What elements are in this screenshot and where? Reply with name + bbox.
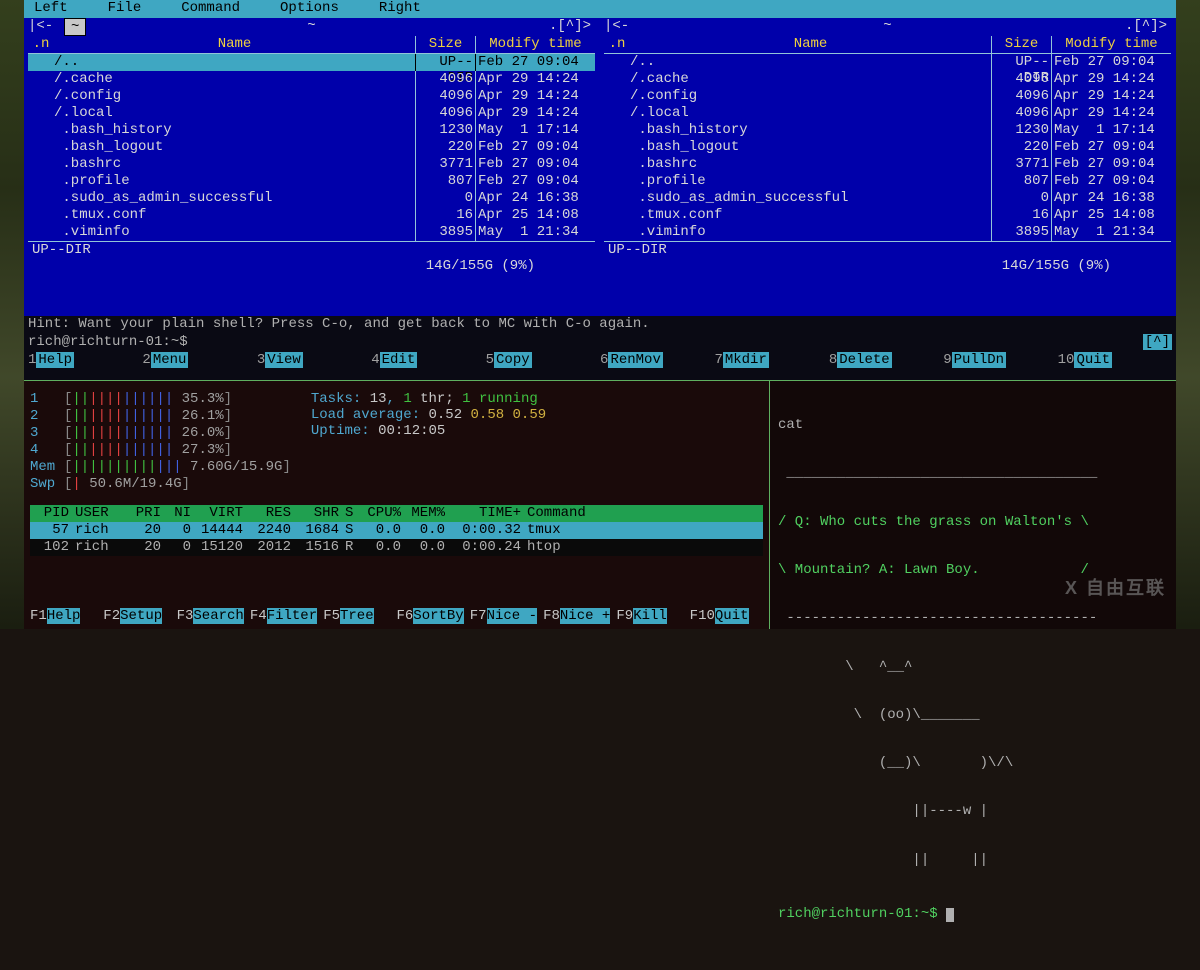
shell-prompt[interactable]: rich@richturn-01:~$ [778, 906, 1168, 922]
file-row[interactable]: /..UP--DIRFeb 27 09:04 [604, 54, 1171, 71]
fkey-quit[interactable]: 10Quit [1058, 352, 1172, 370]
mc-menu-file[interactable]: File [108, 0, 142, 18]
fkey-edit[interactable]: 4Edit [371, 352, 485, 370]
fkey-delete[interactable]: 8Delete [829, 352, 943, 370]
file-row[interactable]: /.local4096Apr 29 14:24 [28, 105, 595, 122]
cowsay-art-5: || || [778, 852, 1168, 868]
watermark: X 自由互联 [1065, 578, 1166, 599]
file-row[interactable]: /.config4096Apr 29 14:24 [604, 88, 1171, 105]
fkey-renmov[interactable]: 6RenMov [600, 352, 714, 370]
fkey-menu[interactable]: 2Menu [142, 352, 256, 370]
htop-fkey-filter[interactable]: F4Filter [250, 608, 323, 625]
file-row[interactable]: .sudo_as_admin_successful0Apr 24 16:38 [28, 190, 595, 207]
htop-fkey-sortby[interactable]: F6SortBy [396, 608, 469, 625]
cowsay-border-top: _____________________________________ [778, 465, 1168, 481]
mc-function-keys: 1Help2Menu3View4Edit5Copy6RenMov7Mkdir8D… [24, 352, 1176, 370]
cowsay-art-4: ||----w | [778, 803, 1168, 819]
htop-fkey-quit[interactable]: F10Quit [690, 608, 763, 625]
wallpaper-right [1176, 0, 1200, 629]
htop-summary: Tasks: 13, 1 thr; 1 running Load average… [311, 391, 546, 493]
process-row[interactable]: 102rich2001512020121516R0.00.00:00.24hto… [30, 539, 763, 556]
cpu-meter-2: 2[|||||||||||| 26.1%] [30, 408, 291, 425]
file-row[interactable]: .profile807Feb 27 09:04 [604, 173, 1171, 190]
process-row[interactable]: 57rich2001444422401684S0.00.00:00.32tmux [30, 522, 763, 539]
file-row[interactable]: .viminfo3895May 1 21:34 [28, 224, 595, 241]
mc-menu-right[interactable]: Right [379, 0, 421, 18]
file-row[interactable]: /.config4096Apr 29 14:24 [28, 88, 595, 105]
file-row[interactable]: /.local4096Apr 29 14:24 [604, 105, 1171, 122]
file-row[interactable]: .tmux.conf16Apr 25 14:08 [28, 207, 595, 224]
cursor-icon [946, 908, 954, 922]
mc-caret-icon[interactable]: [^] [1143, 334, 1172, 350]
fkey-mkdir[interactable]: 7Mkdir [714, 352, 828, 370]
cpu-meter-4: 4[|||||||||||| 27.3%] [30, 442, 291, 459]
mc-cwd-popup[interactable]: ~ [64, 18, 86, 36]
file-row[interactable]: /.cache4096Apr 29 14:24 [28, 71, 595, 88]
file-row[interactable]: .bash_logout220Feb 27 09:04 [604, 139, 1171, 156]
file-row[interactable]: .bashrc3771Feb 27 09:04 [604, 156, 1171, 173]
mc-shell-prompt[interactable]: rich@richturn-01:~$ [^] [24, 334, 1176, 352]
cowsay-art-2: \ (oo)\_______ [778, 707, 1168, 723]
mc-left-panel: |<-~.[^]>.nNameSizeModify time/..UP--DIR… [24, 18, 600, 316]
mc-menu-left[interactable]: Left [34, 0, 68, 18]
file-row[interactable]: .bashrc3771Feb 27 09:04 [28, 156, 595, 173]
cowsay-text-1: / Q: Who cuts the grass on Walton's \ [778, 514, 1168, 530]
htop-fkey-nice-[interactable]: F7Nice - [470, 608, 543, 625]
fkey-copy[interactable]: 5Copy [486, 352, 600, 370]
file-row[interactable]: .bash_history1230May 1 17:14 [604, 122, 1171, 139]
file-row[interactable]: /.cache4096Apr 29 14:24 [604, 71, 1171, 88]
fkey-pulldn[interactable]: 9PullDn [943, 352, 1057, 370]
cowsay-art-1: \ ^__^ [778, 659, 1168, 675]
mc-pane: Left File Command Options Right ~ |<-~.[… [24, 0, 1176, 380]
htop-fkey-kill[interactable]: F9Kill [616, 608, 689, 625]
cowsay-art-3: (__)\ )\/\ [778, 755, 1168, 771]
file-row[interactable]: .viminfo3895May 1 21:34 [604, 224, 1171, 241]
fkey-view[interactable]: 3View [257, 352, 371, 370]
wallpaper-left [0, 0, 24, 629]
mc-menu-command[interactable]: Command [181, 0, 240, 18]
htop-fkey-tree[interactable]: F5Tree [323, 608, 396, 625]
mc-right-panel: |<-~.[^]>.nNameSizeModify time/..UP--DIR… [600, 18, 1176, 316]
cowsay-border-bottom: ------------------------------------- [778, 610, 1168, 626]
swp-meter: Swp[| 50.6M/19.4G] [30, 476, 291, 493]
mc-hint: Hint: Want your plain shell? Press C-o, … [24, 316, 1176, 334]
cpu-meter-3: 3[|||||||||||| 26.0%] [30, 425, 291, 442]
htop-fkey-setup[interactable]: F2Setup [103, 608, 176, 625]
htop-fkey-nice+[interactable]: F8Nice + [543, 608, 616, 625]
cowsay-text-2: \ Mountain? A: Lawn Boy. / [778, 562, 1168, 578]
file-row[interactable]: .tmux.conf16Apr 25 14:08 [604, 207, 1171, 224]
mem-meter: Mem[||||||||||||| 7.60G/15.9G] [30, 459, 291, 476]
mc-menu-options[interactable]: Options [280, 0, 339, 18]
shell-cmd-cat: cat [778, 417, 1168, 433]
terminal-tmux: Left File Command Options Right ~ |<-~.[… [24, 0, 1176, 629]
fkey-help[interactable]: 1Help [28, 352, 142, 370]
mc-menubar: Left File Command Options Right [24, 0, 1176, 18]
file-row[interactable]: .bash_logout220Feb 27 09:04 [28, 139, 595, 156]
shell-pane[interactable]: cat ____________________________________… [770, 380, 1176, 629]
cpu-meter-1: 1[|||||||||||| 35.3%] [30, 391, 291, 408]
htop-function-keys: F1HelpF2SetupF3SearchF4FilterF5TreeF6Sor… [30, 608, 763, 625]
htop-table-header[interactable]: PID USER PRI NI VIRT RES SHR S CPU% MEM%… [30, 505, 763, 522]
file-row[interactable]: .profile807Feb 27 09:04 [28, 173, 595, 190]
htop-fkey-help[interactable]: F1Help [30, 608, 103, 625]
htop-fkey-search[interactable]: F3Search [177, 608, 250, 625]
htop-pane: 1[|||||||||||| 35.3%]2[|||||||||||| 26.1… [24, 380, 770, 629]
file-row[interactable]: /..UP--DIRFeb 27 09:04 [28, 54, 595, 71]
file-row[interactable]: .sudo_as_admin_successful0Apr 24 16:38 [604, 190, 1171, 207]
file-row[interactable]: .bash_history1230May 1 17:14 [28, 122, 595, 139]
